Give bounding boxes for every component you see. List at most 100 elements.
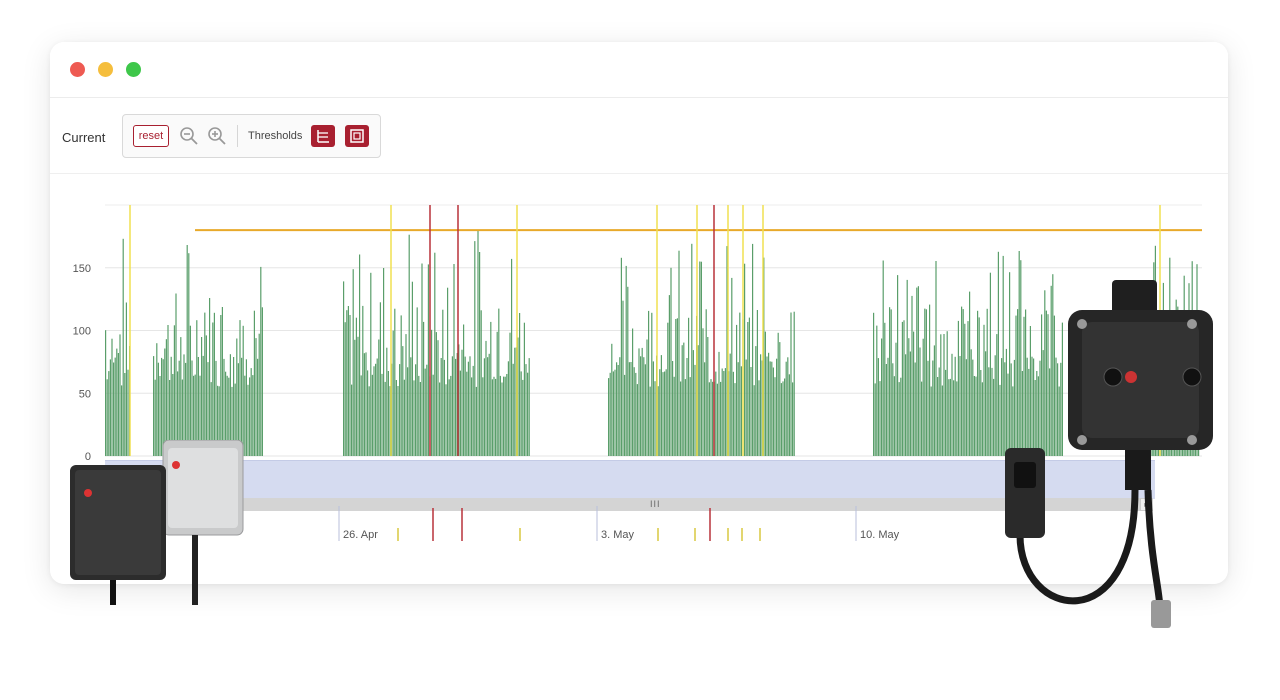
- bar: [360, 375, 362, 456]
- bar: [440, 358, 442, 456]
- bar: [753, 385, 755, 456]
- bar: [464, 356, 466, 456]
- bar: [996, 334, 998, 456]
- bar: [646, 339, 648, 456]
- bar: [503, 376, 505, 456]
- bar: [893, 376, 895, 456]
- bar: [394, 308, 396, 456]
- bar: [413, 380, 415, 456]
- bar: [885, 364, 887, 456]
- bar: [410, 357, 412, 456]
- bar: [204, 312, 206, 456]
- bar: [435, 332, 437, 456]
- bar: [514, 347, 516, 456]
- bar: [879, 381, 881, 456]
- bar: [370, 272, 372, 456]
- bar: [498, 308, 500, 456]
- bar: [686, 358, 688, 456]
- bar: [261, 307, 263, 456]
- bar: [220, 315, 222, 456]
- bar: [461, 349, 463, 456]
- bar: [755, 346, 757, 456]
- bar: [250, 368, 252, 456]
- bar: [641, 347, 643, 456]
- bar: [694, 364, 696, 456]
- bar: [940, 334, 942, 456]
- bar: [347, 306, 349, 456]
- bar: [501, 382, 503, 456]
- bar: [466, 371, 468, 456]
- bar: [523, 322, 525, 456]
- bar: [760, 354, 762, 456]
- bar: [924, 308, 926, 456]
- bar: [981, 382, 983, 456]
- bar: [355, 317, 357, 456]
- bar: [951, 353, 953, 456]
- bar: [654, 381, 656, 456]
- bar: [397, 386, 399, 456]
- bar: [624, 374, 626, 456]
- bar: [416, 307, 418, 456]
- bar: [908, 338, 910, 456]
- bar: [969, 291, 971, 456]
- bar: [242, 325, 244, 456]
- bar: [392, 330, 394, 456]
- range-navigator[interactable]: [105, 460, 1155, 499]
- bar: [900, 377, 902, 456]
- bar: [455, 358, 457, 456]
- bar: [720, 381, 722, 456]
- bar: [519, 313, 521, 456]
- bar: [959, 356, 961, 456]
- bar: [929, 304, 931, 456]
- bar: [343, 281, 345, 456]
- y-tick-label: 150: [73, 263, 91, 275]
- bar: [766, 356, 768, 456]
- bar: [667, 322, 669, 456]
- bar: [956, 381, 958, 456]
- bar: [384, 381, 386, 456]
- scrollbar-grip[interactable]: III: [650, 500, 661, 509]
- bar: [715, 371, 717, 456]
- bar: [499, 375, 501, 456]
- bar: [665, 369, 667, 456]
- bar: [463, 324, 465, 456]
- bar: [359, 254, 361, 456]
- bar: [780, 383, 782, 456]
- bar: [453, 264, 455, 456]
- bar: [675, 319, 677, 456]
- bar: [257, 358, 259, 456]
- bar: [403, 379, 405, 456]
- bar: [373, 366, 375, 456]
- bar: [785, 361, 787, 456]
- bar: [945, 369, 947, 456]
- bar: [873, 312, 875, 456]
- bar: [774, 377, 776, 456]
- bar: [619, 357, 621, 456]
- bar: [423, 321, 425, 456]
- bar: [188, 253, 190, 456]
- y-tick-label: 50: [79, 388, 91, 400]
- bar: [201, 337, 203, 456]
- bar: [467, 361, 469, 456]
- bar: [424, 368, 426, 456]
- bar: [748, 317, 750, 456]
- bar: [734, 383, 736, 456]
- bar: [672, 361, 674, 456]
- bar: [989, 272, 991, 456]
- bar: [520, 371, 522, 456]
- bar: [205, 335, 207, 456]
- bar: [632, 328, 634, 456]
- bar: [978, 317, 980, 456]
- bar: [236, 338, 238, 456]
- bar: [175, 293, 177, 456]
- bar: [119, 334, 121, 456]
- bar: [744, 263, 746, 456]
- bar: [525, 364, 527, 456]
- navigator-scrollbar[interactable]: III: [105, 498, 1150, 511]
- bar: [716, 383, 718, 456]
- bar: [718, 351, 720, 456]
- bar: [890, 309, 892, 456]
- bar: [874, 383, 876, 456]
- bar: [483, 358, 485, 456]
- bar: [638, 348, 640, 456]
